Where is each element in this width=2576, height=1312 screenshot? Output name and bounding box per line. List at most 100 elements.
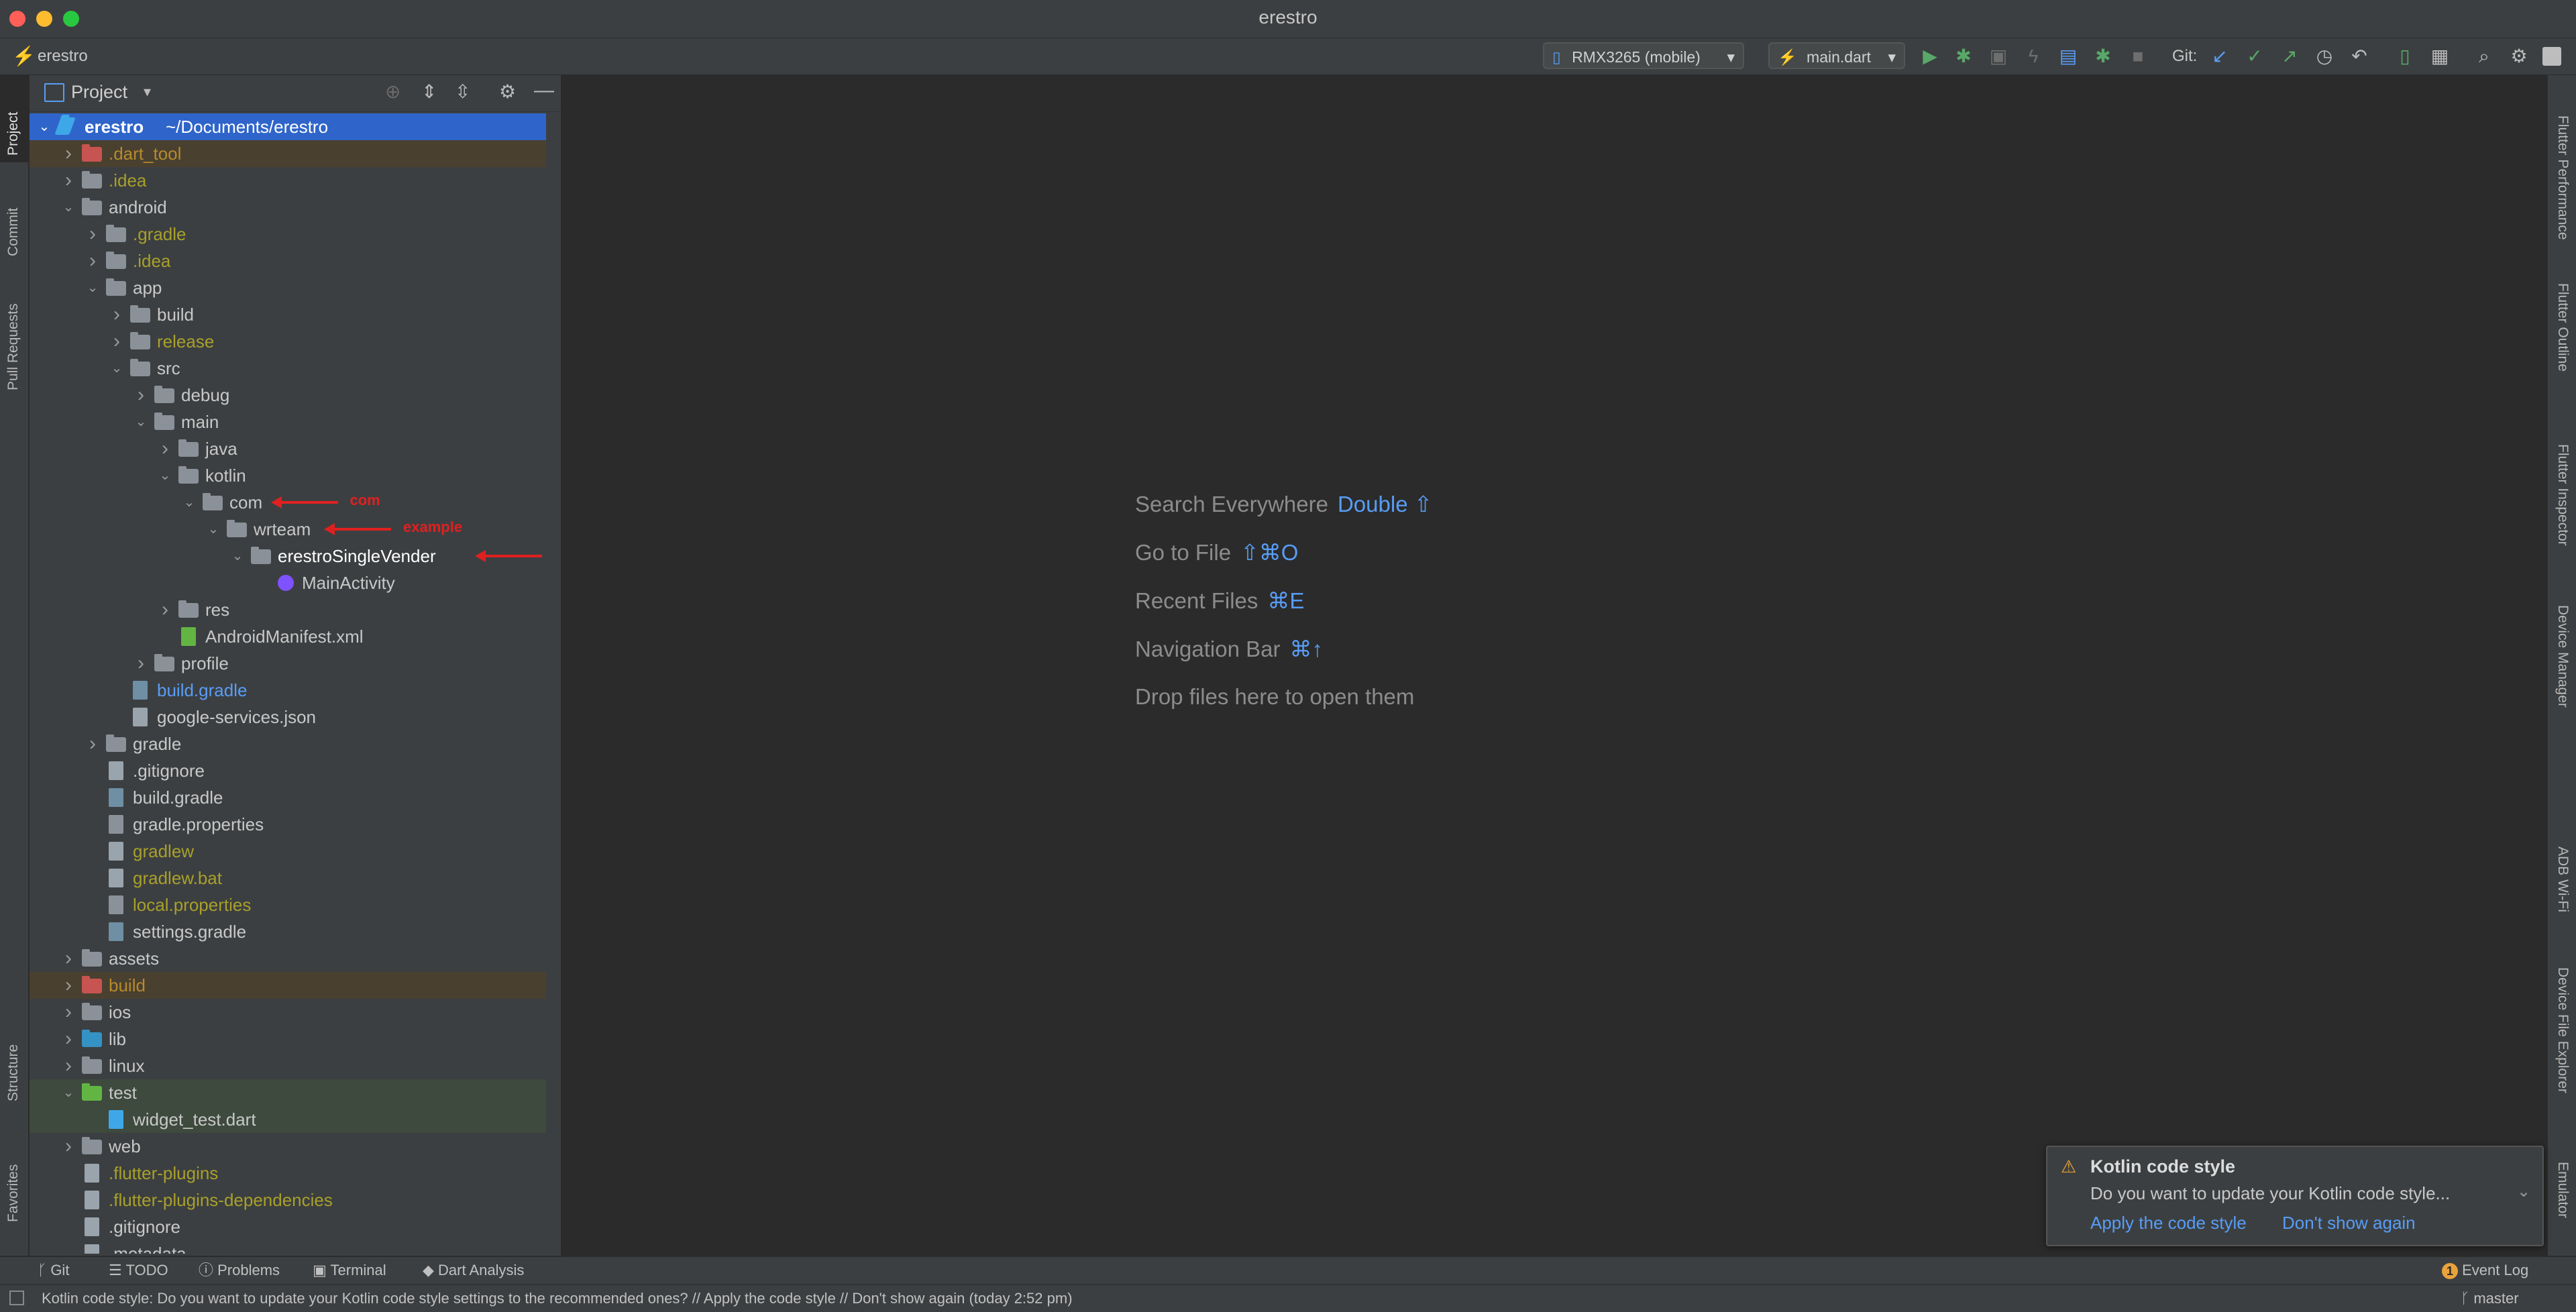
adb-wifi-tab[interactable]: ADB Wi-Fi [2555, 846, 2571, 912]
expand-all-icon[interactable]: ⇕ [421, 80, 437, 103]
dart-analysis-tool-tab[interactable]: ◆ Dart Analysis [423, 1260, 524, 1281]
collapse-arrow-icon[interactable]: › [62, 1133, 75, 1160]
tree-row[interactable]: gradlew [30, 838, 546, 865]
hide-panel-icon[interactable]: — [534, 79, 554, 102]
tree-row[interactable]: MainActivity [30, 569, 546, 596]
collapse-arrow-icon[interactable]: › [62, 1052, 75, 1079]
tree-row[interactable]: › profile [30, 650, 546, 677]
tree-row[interactable]: › gradle [30, 730, 546, 757]
tree-row[interactable]: .flutter-plugins-dependencies [30, 1187, 546, 1213]
tree-row[interactable]: widget_test.dart [30, 1106, 546, 1133]
expand-arrow-icon[interactable]: ⌄ [231, 543, 244, 569]
tree-row[interactable]: › res [30, 596, 546, 623]
collapse-arrow-icon[interactable]: › [62, 1026, 75, 1052]
tree-row[interactable]: ⌄ test [30, 1079, 546, 1106]
collapse-arrow-icon[interactable]: › [158, 435, 172, 462]
collapse-arrow-icon[interactable]: › [86, 221, 99, 248]
collapse-arrow-icon[interactable]: › [110, 328, 123, 355]
collapse-arrow-icon[interactable]: › [62, 972, 75, 999]
tree-row[interactable]: local.properties [30, 891, 546, 918]
device-manager-tab[interactable]: Device Manager [2555, 605, 2571, 708]
tree-row[interactable]: › lib [30, 1026, 546, 1052]
expand-arrow-icon[interactable]: ⌄ [38, 113, 51, 140]
tree-row[interactable]: › linux [30, 1052, 546, 1079]
tree-row[interactable]: › build [30, 301, 546, 328]
tree-row[interactable]: ⌄ kotlin [30, 462, 546, 489]
chevron-down-icon[interactable]: ▾ [144, 83, 151, 101]
tree-row[interactable]: ⌄ erestro ~/Documents/erestro [30, 113, 546, 140]
collapse-arrow-icon[interactable]: › [110, 301, 123, 328]
collapse-arrow-icon[interactable]: › [86, 730, 99, 757]
git-push-icon[interactable]: ↗ [2278, 45, 2301, 68]
expand-arrow-icon[interactable]: ⌄ [110, 355, 123, 382]
git-branch-widget[interactable]: ᚴ master [2461, 1290, 2519, 1307]
tree-row[interactable]: › ios [30, 999, 546, 1026]
tree-row[interactable]: › java [30, 435, 546, 462]
layout-icon[interactable] [9, 1291, 24, 1305]
todo-tool-tab[interactable]: ☰ TODO [109, 1260, 168, 1281]
terminal-tool-tab[interactable]: ▣ Terminal [313, 1260, 386, 1281]
dont-show-again-link[interactable]: Don't show again [2282, 1213, 2416, 1234]
tree-row[interactable]: ⌄ wrteam [30, 516, 546, 543]
structure-tool-tab[interactable]: Structure [5, 1044, 21, 1101]
collapse-arrow-icon[interactable]: › [86, 248, 99, 274]
project-tool-tab[interactable]: Project [5, 112, 21, 156]
flutter-inspector-tab[interactable]: Flutter Inspector [2555, 444, 2571, 546]
tree-row[interactable]: AndroidManifest.xml [30, 623, 546, 650]
locate-icon[interactable]: ⊕ [385, 80, 400, 103]
run-icon[interactable]: ▶ [1919, 45, 1941, 68]
rollback-icon[interactable]: ↶ [2348, 45, 2371, 68]
expand-arrow-icon[interactable]: ⌄ [134, 408, 148, 435]
collapse-all-icon[interactable]: ⇳ [455, 80, 470, 103]
tree-row[interactable]: › .idea [30, 167, 546, 194]
tree-row[interactable]: › .gradle [30, 221, 546, 248]
favorites-tool-tab[interactable]: Favorites [5, 1164, 21, 1222]
project-breadcrumb[interactable]: erestro [38, 45, 88, 68]
tree-row[interactable]: build.gradle [30, 677, 546, 704]
expand-arrow-icon[interactable]: ⌄ [62, 1079, 75, 1106]
tree-row[interactable]: › web [30, 1133, 546, 1160]
collapse-arrow-icon[interactable]: › [134, 650, 148, 677]
expand-arrow-icon[interactable]: ⌄ [62, 194, 75, 221]
collapse-arrow-icon[interactable]: › [62, 945, 75, 972]
tree-row[interactable]: › .dart_tool [30, 140, 546, 167]
device-file-explorer-tab[interactable]: Device File Explorer [2555, 967, 2571, 1093]
git-tool-tab[interactable]: ᚴ Git [38, 1260, 69, 1281]
history-icon[interactable]: ◷ [2313, 45, 2336, 68]
device-selector[interactable]: ▯ RMX3265 (mobile) ▾ [1543, 42, 1744, 69]
commit-tool-tab[interactable]: Commit [5, 208, 21, 256]
tree-row[interactable]: ⌄ main [30, 408, 546, 435]
avatar[interactable] [2542, 47, 2561, 66]
tree-row[interactable]: .gitignore [30, 757, 546, 784]
status-message[interactable]: Kotlin code style: Do you want to update… [42, 1290, 1073, 1307]
tree-row[interactable]: › assets [30, 945, 546, 972]
settings-icon[interactable]: ⚙ [2508, 45, 2530, 68]
tree-row[interactable]: .metadata [30, 1240, 546, 1254]
event-log-tool-tab[interactable]: 1 Event Log [2442, 1260, 2528, 1281]
expand-arrow-icon[interactable]: ⌄ [182, 489, 196, 516]
git-update-icon[interactable]: ↙ [2208, 45, 2231, 68]
hot-reload-icon[interactable]: ϟ [2022, 45, 2045, 68]
editor-empty-area[interactable]: Search Everywhere Double ⇧ Go to File ⇧⌘O … [562, 75, 2545, 1256]
tree-row[interactable]: build.gradle [30, 784, 546, 811]
run-config-selector[interactable]: ⚡ main.dart ▾ [1768, 42, 1905, 69]
tree-row[interactable]: › release [30, 328, 546, 355]
flutter-outline-tab[interactable]: Flutter Outline [2555, 283, 2571, 372]
tree-row[interactable]: settings.gradle [30, 918, 546, 945]
expand-arrow-icon[interactable]: ⌄ [207, 516, 220, 543]
tree-row[interactable]: gradlew.bat [30, 865, 546, 891]
git-commit-icon[interactable]: ✓ [2243, 45, 2266, 68]
collapse-arrow-icon[interactable]: › [62, 167, 75, 194]
attach-icon[interactable]: ▣ [1987, 45, 2010, 68]
device-manager-icon[interactable]: ▯ [2394, 45, 2416, 68]
stop-icon[interactable]: ■ [2127, 45, 2149, 68]
pull-requests-tool-tab[interactable]: Pull Requests [5, 303, 21, 390]
sdk-manager-icon[interactable]: ▦ [2428, 45, 2451, 68]
collapse-arrow-icon[interactable]: › [134, 382, 148, 408]
chevron-down-icon[interactable]: ⌄ [2517, 1182, 2530, 1201]
tree-row[interactable]: google-services.json [30, 704, 546, 730]
tree-row[interactable]: ⌄ app [30, 274, 546, 301]
problems-tool-tab[interactable]: ⓘ Problems [199, 1260, 280, 1281]
apply-code-style-link[interactable]: Apply the code style [2090, 1213, 2247, 1234]
tree-row[interactable]: .flutter-plugins [30, 1160, 546, 1187]
